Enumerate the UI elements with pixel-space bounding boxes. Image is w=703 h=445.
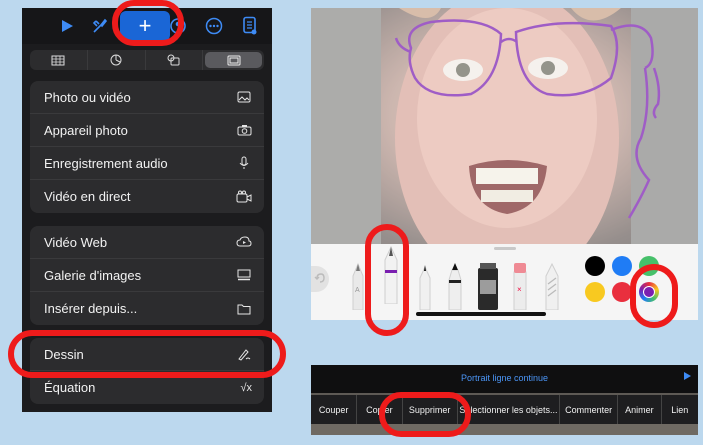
tab-shapes[interactable] [146,50,204,70]
more-icon[interactable] [202,14,226,38]
table-icon [51,55,65,65]
folder-icon [236,301,252,317]
menu-item-photo-video[interactable]: Photo ou vidéo [30,81,264,114]
menu-item-label: Photo ou vidéo [44,89,131,105]
mode-title[interactable]: Portrait ligne continue [311,373,698,383]
live-video-icon [236,189,252,205]
menu-item-web-video[interactable]: Vidéo Web [30,226,264,259]
web-video-icon [236,234,252,250]
insert-category-tabs [30,50,264,70]
marker-tool[interactable] [448,262,462,310]
photo-icon [236,89,252,105]
lasso-tool[interactable] [545,262,559,310]
paint-tool[interactable] [477,262,499,310]
menu-item-label: Appareil photo [44,122,128,138]
highlight-plus-button [112,0,184,46]
media-menu-group: Photo ou vidéo Appareil photo Enregistre… [30,81,264,213]
menu-item-live-video[interactable]: Vidéo en direct [30,180,264,213]
menu-item-label: Équation [44,380,96,395]
svg-text:A: A [355,287,360,294]
home-indicator [416,312,546,316]
tab-table[interactable] [30,50,88,70]
photo-image [311,8,698,288]
menu-item-audio-recording[interactable]: Enregistrement audio [30,147,264,180]
menu-item-label: Vidéo en direct [44,189,131,204]
menu-item-select-objects[interactable]: Sélectionner les objets... [458,395,561,424]
web-menu-group: Vidéo Web Galerie d'images Insérer depui… [30,226,264,325]
brush-icon[interactable] [88,14,112,38]
tray-handle[interactable] [494,247,516,250]
context-menu-panel: Portrait ligne continue Couper Copier Su… [311,365,698,435]
photo-overlay [311,8,698,244]
canvas-strip [311,424,698,435]
menu-item-link[interactable]: Lien [662,395,698,424]
sqrt-icon: √x [240,381,252,394]
tab-media[interactable] [205,52,262,68]
context-menu: Couper Copier Supprimer Sélectionner les… [311,395,698,424]
menu-item-label: Enregistrement audio [44,155,168,171]
menu-item-label: Vidéo Web [44,234,108,250]
fineliner-tool[interactable] [419,264,431,310]
color-black[interactable] [585,256,605,276]
tab-chart[interactable] [88,50,146,70]
highlight-pen-tool [365,224,409,336]
chart-icon [110,54,122,66]
color-yellow[interactable] [585,282,605,302]
play-icon[interactable] [55,14,79,38]
pencil-tool[interactable]: A [351,262,365,310]
menu-item-label: Insérer depuis... [44,301,138,316]
eraser-tool[interactable]: × [513,262,527,310]
color-blue[interactable] [612,256,632,276]
highlight-drawing-item [8,330,286,378]
svg-text:×: × [517,285,522,294]
document-icon[interactable] [238,14,262,38]
camera-icon [236,122,252,138]
highlight-color-picker [630,264,678,328]
menu-item-cut[interactable]: Couper [311,395,358,424]
menu-item-animate[interactable]: Animer [618,395,662,424]
menu-item-insert-from[interactable]: Insérer depuis... [30,292,264,325]
gallery-icon [236,267,252,283]
color-red[interactable] [612,282,632,302]
drawing-mode-bar: Portrait ligne continue [311,365,698,393]
menu-item-image-gallery[interactable]: Galerie d'images [30,259,264,292]
menu-item-comment[interactable]: Commenter [560,395,619,424]
highlight-delete-item [379,392,471,437]
menu-item-label: Galerie d'images [44,267,142,283]
microphone-icon [236,155,252,171]
undo-button[interactable] [311,266,329,292]
shapes-tab-icon [167,54,180,66]
play-icon[interactable] [683,371,692,384]
media-icon [227,55,241,65]
menu-item-camera[interactable]: Appareil photo [30,114,264,147]
undo-icon [314,273,325,283]
